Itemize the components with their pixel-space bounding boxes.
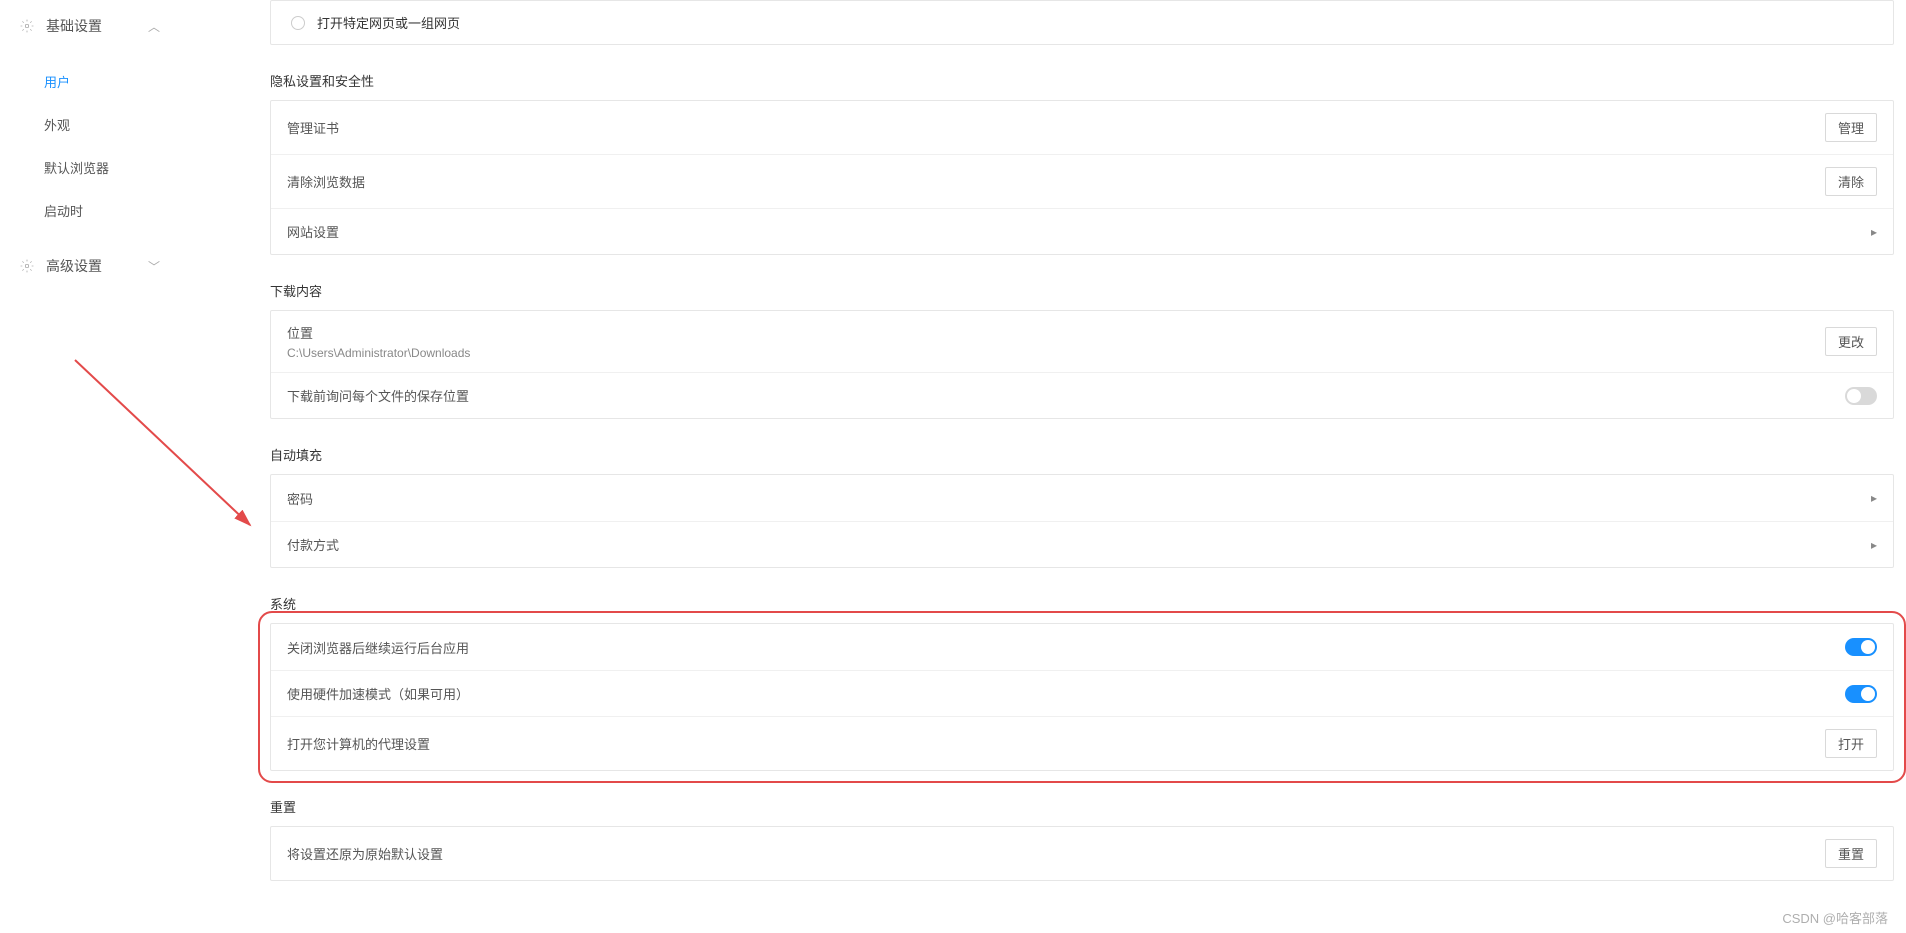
settings-sidebar: 基础设置 ︿ 用户 外观 默认浏览器 启动时 高级设置 ﹀ xyxy=(0,0,180,292)
sidebar-basic-items: 用户 外观 默认浏览器 启动时 xyxy=(0,42,180,250)
download-location-path: C:\Users\Administrator\Downloads xyxy=(287,346,1813,360)
startup-radio-open-specific-label: 打开特定网页或一组网页 xyxy=(317,13,460,32)
autofill-card: 密码 ▸ 付款方式 ▸ xyxy=(270,474,1894,568)
sidebar-item-startup[interactable]: 启动时 xyxy=(0,189,180,232)
row-manage-certs-label: 管理证书 xyxy=(287,118,1813,137)
reset-card: 将设置还原为原始默认设置 重置 xyxy=(270,826,1894,881)
section-reset: 重置 将设置还原为原始默认设置 重置 xyxy=(270,797,1894,881)
bg-apps-toggle[interactable] xyxy=(1845,638,1877,656)
section-autofill-title: 自动填充 xyxy=(270,445,1894,464)
row-bg-apps[interactable]: 关闭浏览器后继续运行后台应用 xyxy=(271,624,1893,670)
ask-each-toggle[interactable] xyxy=(1845,387,1877,405)
downloads-card: 位置 C:\Users\Administrator\Downloads 更改 下… xyxy=(270,310,1894,419)
row-ask-each-download[interactable]: 下载前询问每个文件的保存位置 xyxy=(271,372,1893,418)
sidebar-item-appearance[interactable]: 外观 xyxy=(0,103,180,146)
system-card: 关闭浏览器后继续运行后台应用 使用硬件加速模式（如果可用） 打开您计算机的代理设… xyxy=(270,623,1894,771)
row-reset-label: 将设置还原为原始默认设置 xyxy=(287,844,1813,863)
clear-data-button[interactable]: 清除 xyxy=(1825,167,1877,196)
row-payment[interactable]: 付款方式 ▸ xyxy=(271,521,1893,567)
row-reset-defaults[interactable]: 将设置还原为原始默认设置 重置 xyxy=(271,827,1893,880)
row-password[interactable]: 密码 ▸ xyxy=(271,475,1893,521)
row-proxy-settings[interactable]: 打开您计算机的代理设置 打开 xyxy=(271,716,1893,770)
reset-button[interactable]: 重置 xyxy=(1825,839,1877,868)
gear-icon xyxy=(20,259,34,273)
row-site-settings-label: 网站设置 xyxy=(287,222,1859,241)
startup-card: 打开特定网页或一组网页 xyxy=(270,0,1894,45)
row-bg-apps-label: 关闭浏览器后继续运行后台应用 xyxy=(287,638,1833,657)
section-privacy: 隐私设置和安全性 管理证书 管理 清除浏览数据 清除 网站设置 ▸ xyxy=(270,71,1894,255)
chevron-up-icon: ︿ xyxy=(148,18,160,35)
privacy-card: 管理证书 管理 清除浏览数据 清除 网站设置 ▸ xyxy=(270,100,1894,255)
section-system-title: 系统 xyxy=(270,594,1894,613)
row-password-label: 密码 xyxy=(287,489,1859,508)
sidebar-item-default-browser[interactable]: 默认浏览器 xyxy=(0,146,180,189)
sidebar-item-user[interactable]: 用户 xyxy=(0,60,180,103)
row-download-location[interactable]: 位置 C:\Users\Administrator\Downloads 更改 xyxy=(271,311,1893,372)
section-downloads-title: 下载内容 xyxy=(270,281,1894,300)
settings-main: 打开特定网页或一组网页 隐私设置和安全性 管理证书 管理 清除浏览数据 清除 网… xyxy=(190,0,1906,931)
open-proxy-button[interactable]: 打开 xyxy=(1825,729,1877,758)
change-location-button[interactable]: 更改 xyxy=(1825,327,1877,356)
row-clear-data-label: 清除浏览数据 xyxy=(287,172,1813,191)
startup-radio-open-specific[interactable]: 打开特定网页或一组网页 xyxy=(271,1,1893,44)
manage-certs-button[interactable]: 管理 xyxy=(1825,113,1877,142)
chevron-down-icon: ﹀ xyxy=(148,258,160,275)
section-autofill: 自动填充 密码 ▸ 付款方式 ▸ xyxy=(270,445,1894,568)
chevron-right-icon: ▸ xyxy=(1871,491,1877,505)
chevron-right-icon: ▸ xyxy=(1871,225,1877,239)
row-hw-accel[interactable]: 使用硬件加速模式（如果可用） xyxy=(271,670,1893,716)
row-hw-accel-label: 使用硬件加速模式（如果可用） xyxy=(287,684,1833,703)
sidebar-group-basic[interactable]: 基础设置 ︿ xyxy=(0,10,180,42)
row-proxy-label: 打开您计算机的代理设置 xyxy=(287,734,1813,753)
section-reset-title: 重置 xyxy=(270,797,1894,816)
chevron-right-icon: ▸ xyxy=(1871,538,1877,552)
radio-icon xyxy=(291,16,305,30)
row-clear-data[interactable]: 清除浏览数据 清除 xyxy=(271,154,1893,208)
row-manage-certs[interactable]: 管理证书 管理 xyxy=(271,101,1893,154)
row-ask-each-label: 下载前询问每个文件的保存位置 xyxy=(287,386,1833,405)
hw-accel-toggle[interactable] xyxy=(1845,685,1877,703)
section-privacy-title: 隐私设置和安全性 xyxy=(270,71,1894,90)
row-site-settings[interactable]: 网站设置 ▸ xyxy=(271,208,1893,254)
download-location-label: 位置 xyxy=(287,323,1813,342)
sidebar-group-basic-label: 基础设置 xyxy=(46,16,102,36)
sidebar-group-advanced-label: 高级设置 xyxy=(46,256,102,276)
gear-icon xyxy=(20,19,34,33)
section-downloads: 下载内容 位置 C:\Users\Administrator\Downloads… xyxy=(270,281,1894,419)
sidebar-group-advanced[interactable]: 高级设置 ﹀ xyxy=(0,250,180,282)
row-payment-label: 付款方式 xyxy=(287,535,1859,554)
section-system: 系统 关闭浏览器后继续运行后台应用 使用硬件加速模式（如果可用） 打开您计算机的… xyxy=(270,594,1894,771)
